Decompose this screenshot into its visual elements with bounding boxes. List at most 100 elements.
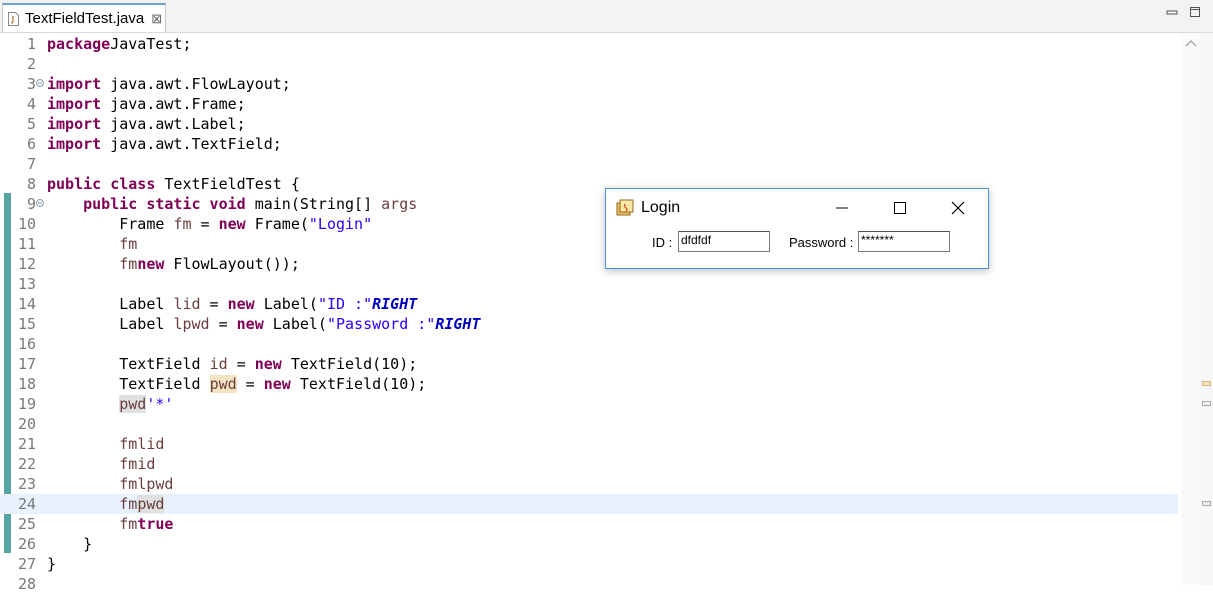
code-line[interactable]: 1 packageJavaTest; bbox=[0, 34, 1178, 54]
code-text: Label lid = new Label("ID :"RIGHT bbox=[47, 294, 417, 314]
code-line[interactable]: 20 bbox=[0, 414, 1178, 434]
code-line[interactable]: 19 pwd'*' bbox=[0, 394, 1178, 414]
code-text: fmid bbox=[47, 454, 155, 474]
window-minimize-icon[interactable] bbox=[818, 195, 866, 221]
id-text-field[interactable]: dfdfdf bbox=[678, 231, 770, 252]
code-line[interactable]: 5 import java.awt.Label; bbox=[0, 114, 1178, 134]
code-token: new bbox=[254, 355, 282, 373]
code-line[interactable]: 25 fmtrue bbox=[0, 514, 1178, 534]
code-line[interactable]: 28 bbox=[0, 574, 1178, 594]
code-token: } bbox=[47, 535, 93, 553]
code-text: } bbox=[47, 554, 56, 574]
line-number: 5 bbox=[26, 115, 36, 133]
code-line[interactable]: 23 fmlpwd bbox=[0, 474, 1178, 494]
code-line[interactable]: 26 } bbox=[0, 534, 1178, 554]
code-token: id bbox=[209, 355, 228, 373]
code-line[interactable]: 9 public static void main(String[] args bbox=[0, 194, 1178, 214]
code-token: TextFieldTest { bbox=[155, 175, 300, 193]
code-line[interactable]: 7 bbox=[0, 154, 1178, 174]
code-text: public class TextFieldTest { bbox=[47, 174, 300, 194]
code-line[interactable]: 18 TextField pwd = new TextField(10); bbox=[0, 374, 1178, 394]
fold-collapse-icon[interactable] bbox=[36, 79, 44, 87]
password-text-field[interactable]: ******* bbox=[858, 231, 950, 252]
code-text: Frame fm = new Frame("Login" bbox=[47, 214, 372, 234]
fold-collapse-icon[interactable] bbox=[36, 199, 44, 207]
code-line[interactable]: 11 fm bbox=[0, 234, 1178, 254]
code-line[interactable]: 15 Label lpwd = new Label("Password :"RI… bbox=[0, 314, 1178, 334]
code-line[interactable]: 8 public class TextFieldTest { bbox=[0, 174, 1178, 194]
code-line[interactable]: 13 bbox=[0, 274, 1178, 294]
code-line[interactable]: 27} bbox=[0, 554, 1178, 574]
code-line[interactable]: 12 fmnew FlowLayout()); bbox=[0, 254, 1178, 274]
code-token: fm bbox=[119, 495, 138, 513]
code-line[interactable]: 14 Label lid = new Label("ID :"RIGHT bbox=[0, 294, 1178, 314]
code-text: fm bbox=[47, 234, 137, 254]
code-token: pwd bbox=[119, 395, 147, 413]
occurrence-marker[interactable] bbox=[1202, 381, 1211, 386]
line-number: 15 bbox=[17, 315, 36, 333]
code-text: import java.awt.Frame; bbox=[47, 94, 246, 114]
code-token: java.awt.FlowLayout; bbox=[101, 75, 291, 93]
code-line[interactable]: 21 fmlid bbox=[0, 434, 1178, 454]
code-line[interactable]: 16 bbox=[0, 334, 1178, 354]
line-number: 16 bbox=[17, 335, 36, 353]
code-token: import bbox=[47, 135, 102, 153]
occurrence-marker[interactable] bbox=[1202, 501, 1211, 506]
tab-close-icon[interactable]: ⊠ bbox=[151, 11, 162, 27]
code-text: import java.awt.Label; bbox=[47, 114, 246, 134]
java-file-icon bbox=[8, 11, 19, 26]
code-token: } bbox=[47, 555, 57, 573]
code-token: TextField(10); bbox=[290, 375, 427, 393]
login-window-title: Login bbox=[641, 199, 681, 216]
code-editor[interactable]: 1 packageJavaTest; 2 3 import java.awt.FlowL… bbox=[0, 33, 1213, 593]
window-close-icon[interactable] bbox=[934, 195, 982, 221]
overview-ruler[interactable] bbox=[1201, 33, 1213, 585]
line-number: 21 bbox=[17, 435, 36, 453]
window-maximize-icon[interactable] bbox=[876, 195, 924, 221]
code-token: lpwd bbox=[173, 315, 210, 333]
scroll-up-icon[interactable] bbox=[1185, 39, 1197, 47]
code-text: packageJavaTest; bbox=[47, 34, 192, 54]
code-text: Label lpwd = new Label("Password :"RIGHT bbox=[47, 314, 480, 334]
code-token: import bbox=[47, 95, 102, 113]
line-number: 3 bbox=[26, 75, 36, 93]
code-text: fmlid bbox=[47, 434, 164, 454]
code-token: import bbox=[47, 75, 102, 93]
vertical-scrollbar[interactable] bbox=[1181, 33, 1201, 585]
code-token: new bbox=[236, 315, 264, 333]
code-line[interactable]: 10 Frame fm = new Frame("Login" bbox=[0, 214, 1178, 234]
code-token: java.awt.Frame; bbox=[101, 95, 246, 113]
minimize-view-icon[interactable] bbox=[1166, 6, 1178, 18]
code-line[interactable]: 2 bbox=[0, 54, 1178, 74]
line-number: 26 bbox=[17, 535, 36, 553]
code-text: TextField id = new TextField(10); bbox=[47, 354, 417, 374]
code-line[interactable]: 24 fmpwd bbox=[0, 494, 1178, 514]
code-token: new bbox=[137, 255, 165, 273]
line-number: 27 bbox=[17, 555, 36, 573]
code-token: = bbox=[236, 375, 264, 393]
code-line[interactable]: 6 import java.awt.TextField; bbox=[0, 134, 1178, 154]
code-token: lid bbox=[173, 295, 201, 313]
id-label: ID : bbox=[652, 235, 673, 250]
code-token: fm bbox=[173, 215, 192, 233]
code-text: fmlpwd bbox=[47, 474, 173, 494]
login-window[interactable]: Login ID : dfdfdf Password : ******* bbox=[605, 188, 989, 269]
code-line[interactable]: 22 fmid bbox=[0, 454, 1178, 474]
code-token: TextField(10); bbox=[281, 355, 418, 373]
code-token: TextField bbox=[47, 355, 210, 373]
code-line[interactable]: 3 import java.awt.FlowLayout; bbox=[0, 74, 1178, 94]
occurrence-marker[interactable] bbox=[1202, 401, 1211, 406]
editor-tab-bar: TextFieldTest.java ⊠ bbox=[0, 0, 1213, 33]
code-line[interactable]: 17 TextField id = new TextField(10); bbox=[0, 354, 1178, 374]
code-token: TextField bbox=[47, 375, 210, 393]
tab-textfieldtest-java[interactable]: TextFieldTest.java ⊠ bbox=[2, 3, 166, 32]
maximize-view-icon[interactable] bbox=[1189, 6, 1201, 18]
line-number: 9 bbox=[26, 195, 36, 213]
code-line[interactable]: 4 import java.awt.Frame; bbox=[0, 94, 1178, 114]
